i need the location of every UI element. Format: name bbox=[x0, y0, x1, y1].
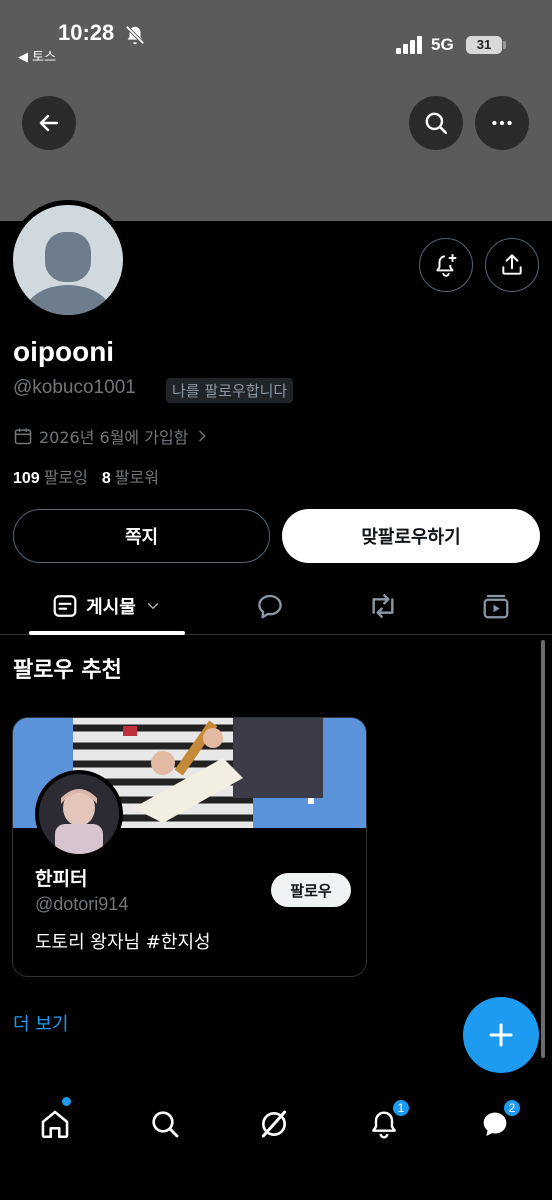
search-icon bbox=[425, 112, 448, 135]
chevron-right-icon bbox=[199, 430, 207, 442]
bottom-navigation: 1 2 bbox=[0, 1085, 552, 1200]
grok-icon bbox=[261, 1110, 287, 1138]
suggestion-follow-button[interactable]: 팔로우 bbox=[271, 873, 351, 907]
suggestion-handle: @dotori914 bbox=[35, 894, 129, 914]
messages-badge: 2 bbox=[502, 1098, 522, 1118]
bell-off-icon bbox=[125, 25, 145, 45]
calendar-icon bbox=[14, 428, 32, 445]
profile-tabs: 게시물 bbox=[0, 580, 552, 635]
suggestion-name: 한피터 bbox=[35, 868, 88, 890]
posts-icon bbox=[53, 595, 77, 617]
follow-counts: 109 팔로잉 8 팔로워 bbox=[13, 464, 159, 488]
scrollbar[interactable] bbox=[541, 640, 545, 1058]
battery-level: 31 bbox=[466, 36, 502, 54]
default-avatar-icon bbox=[13, 205, 123, 315]
search-icon bbox=[152, 1111, 179, 1138]
nav-home[interactable] bbox=[30, 1099, 80, 1149]
home-unread-dot bbox=[62, 1097, 71, 1106]
chevron-down-icon bbox=[147, 603, 159, 610]
nav-grok[interactable] bbox=[249, 1099, 299, 1149]
share-button[interactable] bbox=[485, 238, 539, 292]
following-count: 109 bbox=[13, 470, 40, 487]
suggestion-avatar-image bbox=[39, 774, 119, 854]
joined-text: 2026년 6월에 가입함 bbox=[39, 428, 189, 447]
home-icon bbox=[41, 1110, 69, 1139]
tab-replies[interactable] bbox=[240, 580, 300, 632]
more-icon bbox=[492, 120, 512, 126]
tab-posts[interactable]: 게시물 bbox=[29, 580, 185, 632]
suggestions-title: 팔로우 추천 bbox=[13, 658, 122, 683]
media-icon bbox=[483, 594, 509, 619]
share-icon bbox=[502, 254, 522, 275]
status-bar: 10:28 ◀ 토스 5G 31 bbox=[0, 0, 552, 70]
active-tab-indicator bbox=[29, 631, 185, 635]
followers-label: 팔로워 bbox=[114, 468, 159, 487]
suggestion-bio: 도토리 왕자님 #한지성 bbox=[35, 932, 211, 953]
back-to-app-link[interactable]: ◀ 토스 bbox=[18, 46, 56, 65]
more-button[interactable] bbox=[475, 96, 529, 150]
followers-link[interactable]: 8 팔로워 bbox=[102, 464, 159, 488]
display-name: oipooni bbox=[13, 336, 115, 367]
tab-media[interactable] bbox=[466, 580, 526, 632]
profile-avatar[interactable] bbox=[8, 200, 128, 320]
search-button[interactable] bbox=[409, 96, 463, 150]
tab-reposts[interactable] bbox=[353, 580, 413, 632]
show-more-link[interactable]: 더 보기 bbox=[13, 1010, 68, 1036]
dm-button[interactable]: 쪽지 bbox=[13, 509, 270, 563]
back-icon bbox=[39, 114, 59, 132]
following-label: 팔로잉 bbox=[43, 468, 88, 487]
battery-tip bbox=[503, 41, 506, 49]
follow-back-button[interactable]: 맞팔로우하기 bbox=[282, 509, 540, 563]
joined-date[interactable]: 2026년 6월에 가입함 bbox=[13, 424, 210, 448]
status-time: 10:28 bbox=[58, 20, 115, 45]
followers-count: 8 bbox=[101, 470, 111, 487]
repost-icon bbox=[372, 594, 394, 618]
suggestion-card[interactable]: 한피터 @dotori914 도토리 왕자님 #한지성 팔로우 bbox=[12, 717, 367, 977]
plus-icon bbox=[489, 1023, 513, 1047]
bell-plus-icon bbox=[436, 254, 457, 277]
user-handle: @kobuco1001 bbox=[13, 377, 136, 398]
following-link[interactable]: 109 팔로잉 bbox=[13, 464, 88, 488]
reply-icon bbox=[258, 594, 282, 619]
tab-posts-label: 게시물 bbox=[86, 597, 136, 618]
back-button[interactable] bbox=[22, 96, 76, 150]
notifications-badge: 1 bbox=[391, 1098, 411, 1118]
signal-icon bbox=[396, 36, 422, 54]
nav-search[interactable] bbox=[140, 1099, 190, 1149]
follows-you-badge: 나를 팔로우합니다 bbox=[166, 378, 294, 403]
compose-button[interactable] bbox=[463, 997, 539, 1073]
network-type: 5G bbox=[431, 35, 454, 54]
suggestion-avatar[interactable] bbox=[35, 770, 123, 858]
notify-button[interactable] bbox=[419, 238, 473, 292]
